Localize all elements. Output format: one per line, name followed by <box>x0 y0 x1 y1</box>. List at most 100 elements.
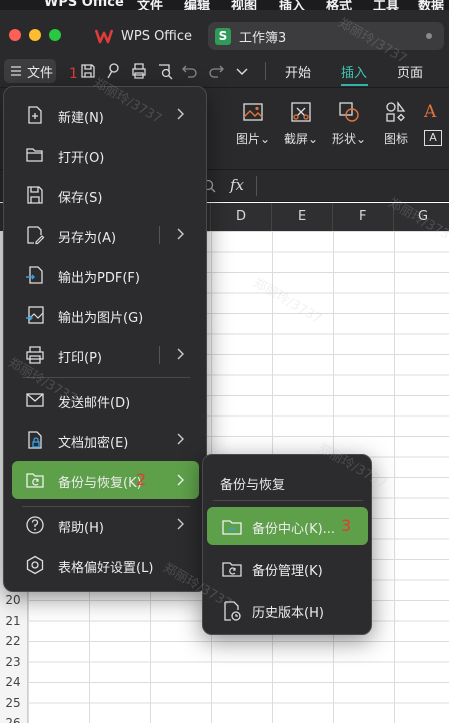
menu-item-export-pdf[interactable]: 输出为PDF(F) <box>12 257 199 293</box>
menu-item-backup-restore[interactable]: 备份与恢复(K) 2 <box>12 461 199 499</box>
mac-menu-format[interactable]: 格式 <box>326 0 352 10</box>
menu-item-label: 文档加密(E) <box>58 436 129 451</box>
window-zoom-button[interactable] <box>49 29 61 41</box>
new-file-icon <box>28 106 42 124</box>
text-art-icon[interactable]: A <box>424 102 436 122</box>
backup-submenu: 备份与恢复 备份中心(K)... 3 备份管理(K) 历史版本(H) <box>202 454 372 635</box>
submenu-item-label: 备份中心(K)... <box>252 522 336 537</box>
chevron-down-icon[interactable] <box>233 62 251 80</box>
unsaved-dot-icon[interactable] <box>426 33 432 39</box>
mac-menubar: WPS Office 文件 编辑 视图 插入 格式 工具 数据 <box>0 0 449 10</box>
ribbon-label: 截屏 <box>283 132 308 146</box>
fx-label[interactable]: fx <box>230 176 244 194</box>
submenu-item-backup-manage[interactable]: 备份管理(K) <box>207 549 368 587</box>
menu-item-label: 帮助(H) <box>58 521 104 536</box>
ribbon-label: 图片 <box>235 132 260 146</box>
ribbon-tab-home[interactable]: 开始 <box>285 62 311 81</box>
ribbon-label: 形状 <box>331 132 356 146</box>
tab-label: WPS Office <box>121 28 193 44</box>
mac-menu-view[interactable]: 视图 <box>231 0 257 10</box>
format-painter-icon[interactable] <box>104 62 122 80</box>
shapes-icon <box>339 102 359 122</box>
menu-item-label: 输出为PDF(F) <box>58 271 140 286</box>
annotation-3: 3 <box>341 516 352 535</box>
submenu-title: 备份与恢复 <box>220 478 286 493</box>
mac-menu-insert[interactable]: 插入 <box>279 0 305 10</box>
save-as-icon <box>27 226 45 245</box>
row-header-22[interactable]: 22 <box>2 634 24 648</box>
save-icon <box>27 186 43 204</box>
folder-open-icon <box>26 148 43 162</box>
row-header-23[interactable]: 23 <box>2 655 24 669</box>
ribbon-dropdown: ⌄ <box>307 132 319 146</box>
backup-center-icon <box>222 520 242 535</box>
menu-item-open[interactable]: 打开(O) <box>12 137 199 173</box>
formula-input[interactable] <box>258 172 449 200</box>
mac-menu-tools[interactable]: 工具 <box>373 0 399 10</box>
ribbon-label: 图标 <box>383 132 408 146</box>
window-minimize-button[interactable] <box>29 29 41 41</box>
textbox-icon[interactable]: A <box>424 130 442 146</box>
column-header-g[interactable]: G <box>418 209 428 224</box>
menu-item-label: 备份与恢复(K) <box>58 476 142 491</box>
mac-menu-edit[interactable]: 编辑 <box>184 0 210 10</box>
print-preview-icon[interactable] <box>156 62 174 80</box>
export-pdf-icon <box>26 266 43 284</box>
screenshot-icon <box>291 102 311 122</box>
submenu-item-history-version[interactable]: 历史版本(H) <box>207 591 368 629</box>
encrypt-icon <box>28 431 42 449</box>
menu-item-label: 输出为图片(G) <box>58 311 144 326</box>
menu-divider <box>22 377 190 378</box>
submenu-divider <box>213 500 363 501</box>
screenshot-button[interactable]: 截屏⌄ <box>281 100 321 147</box>
window-close-button[interactable] <box>9 29 21 41</box>
menu-item-label: 打印(P) <box>58 351 102 366</box>
menu-item-new[interactable]: 新建(N) <box>12 97 199 133</box>
mail-icon <box>26 393 44 407</box>
backup-restore-icon <box>26 473 44 488</box>
tab-wps-office[interactable]: WPS Office <box>86 22 202 50</box>
column-header-e[interactable]: E <box>298 209 306 224</box>
shapes-button[interactable]: 形状⌄ <box>329 100 369 147</box>
redo-icon[interactable] <box>207 62 225 80</box>
chevron-right-icon <box>177 228 184 240</box>
mac-menu-app[interactable]: WPS Office <box>44 0 124 10</box>
ribbon-tab-insert[interactable]: 插入 <box>341 62 367 81</box>
history-version-icon <box>224 601 241 621</box>
column-header-d[interactable]: D <box>236 209 246 224</box>
mac-menu-data[interactable]: 数据 <box>418 0 444 10</box>
file-menu-button[interactable]: 文件 <box>4 59 56 83</box>
ribbon-tab-page[interactable]: 页面 <box>397 62 423 81</box>
row-header-25[interactable]: 25 <box>2 696 24 710</box>
row-header-24[interactable]: 24 <box>2 675 24 689</box>
mac-menu-file[interactable]: 文件 <box>137 0 163 10</box>
menu-item-save[interactable]: 保存(S) <box>12 177 199 213</box>
insert-picture-button[interactable]: 图片⌄ <box>233 100 273 147</box>
print-icon[interactable] <box>130 62 148 80</box>
menu-item-print[interactable]: 打印(P) <box>12 337 199 373</box>
annotation-2: 2 <box>136 470 147 489</box>
row-header-26[interactable]: 26 <box>2 716 24 723</box>
menu-item-save-as[interactable]: 另存为(A) <box>12 217 199 253</box>
backup-manage-icon <box>222 562 242 577</box>
chevron-right-icon <box>177 348 184 360</box>
export-image-icon <box>26 306 44 324</box>
row-header-20[interactable]: 20 <box>2 593 24 607</box>
tab-bar: WPS Office S 工作簿3 <box>0 10 449 54</box>
menu-item-export-image[interactable]: 输出为图片(G) <box>12 297 199 333</box>
hamburger-icon <box>11 66 21 76</box>
icons-button[interactable]: 图标 <box>376 100 416 147</box>
formula-divider <box>256 176 257 196</box>
menu-item-label: 表格偏好设置(L) <box>58 561 154 576</box>
menu-item-preferences[interactable]: 表格偏好设置(L) <box>12 547 199 583</box>
row-header-21[interactable]: 21 <box>2 614 24 628</box>
menu-item-send-mail[interactable]: 发送邮件(D) <box>12 382 199 418</box>
column-header-f[interactable]: F <box>359 209 366 224</box>
menu-item-label: 保存(S) <box>58 191 103 206</box>
menu-item-help[interactable]: 帮助(H) <box>12 507 199 543</box>
submenu-item-backup-center[interactable]: 备份中心(K)... 3 <box>207 507 368 545</box>
tab-workbook[interactable]: S 工作簿3 <box>208 22 444 50</box>
save-icon[interactable] <box>79 62 97 80</box>
menu-item-encrypt[interactable]: 文档加密(E) <box>12 422 199 458</box>
undo-icon[interactable] <box>181 62 199 80</box>
